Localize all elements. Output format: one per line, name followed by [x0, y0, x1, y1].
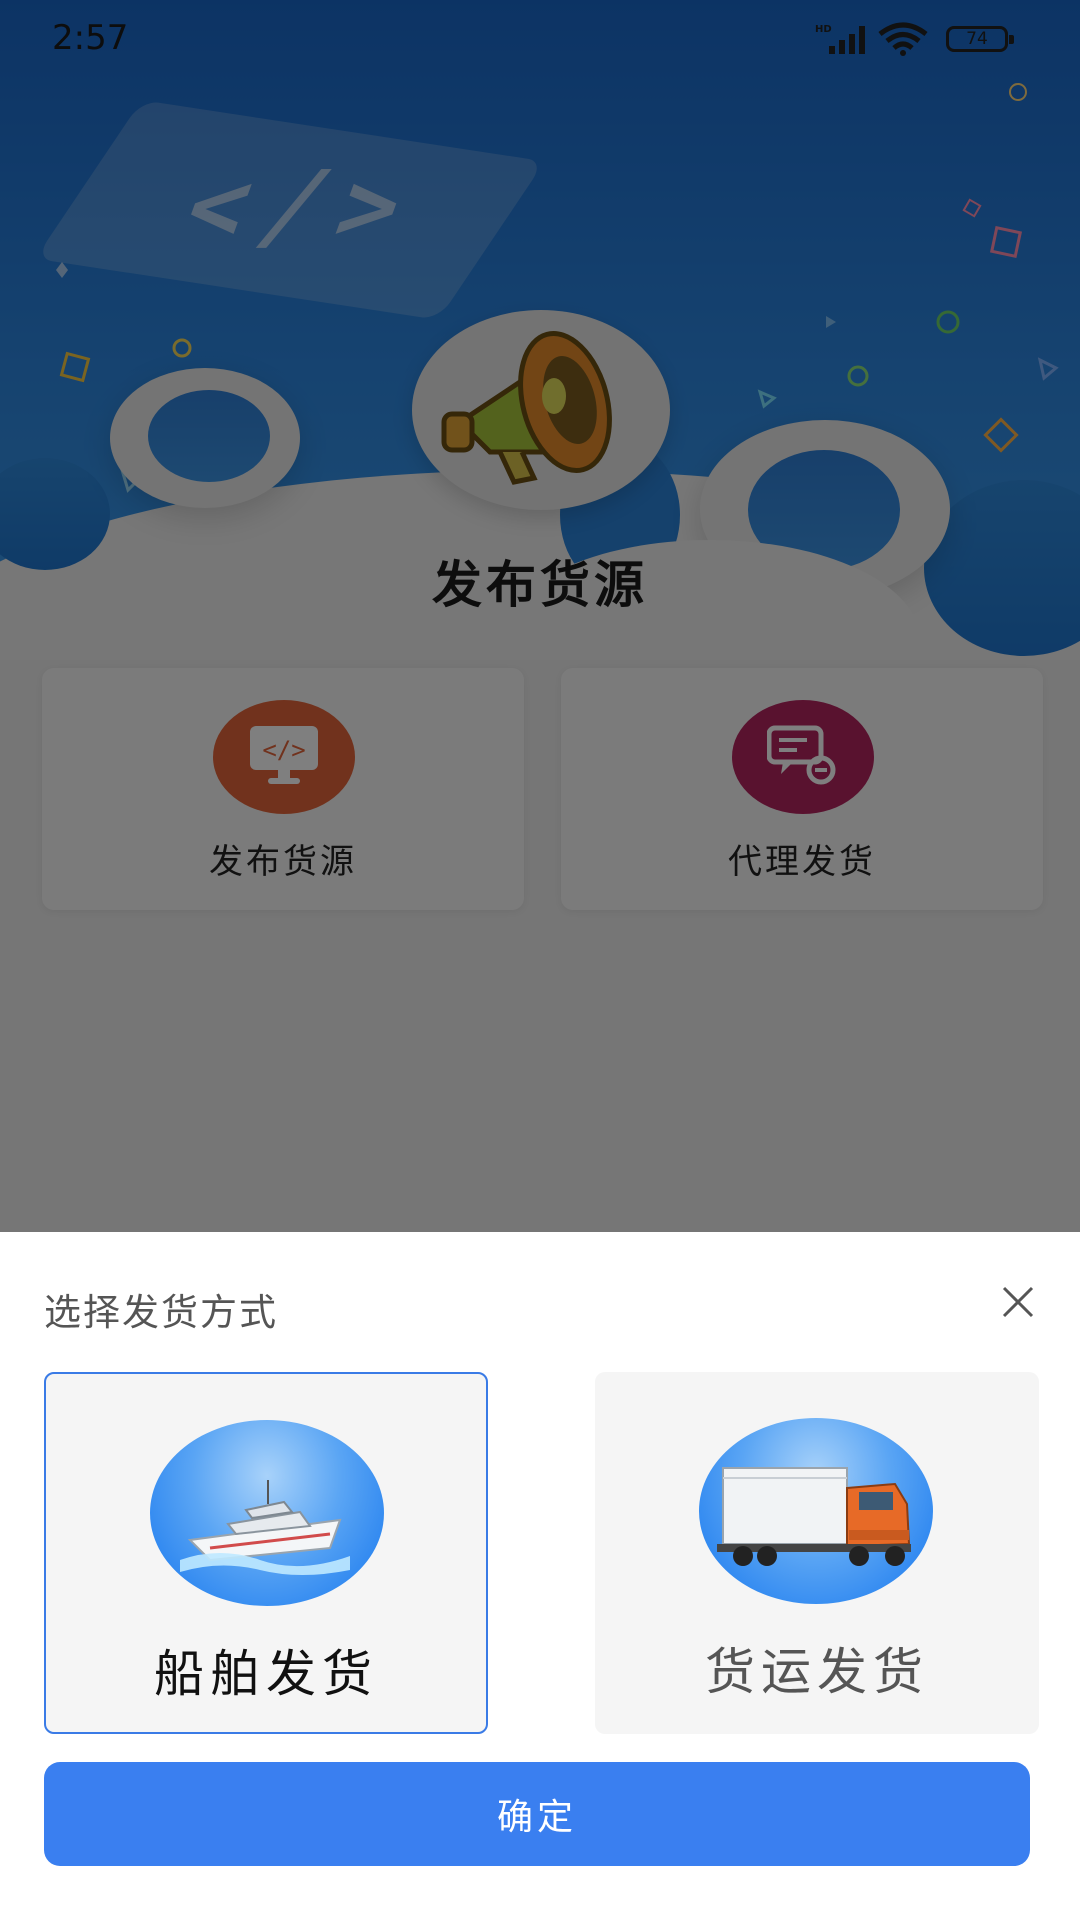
- close-icon: [1002, 1286, 1034, 1318]
- ship-image: [150, 1420, 384, 1606]
- close-button[interactable]: [996, 1280, 1040, 1324]
- wifi-icon: [878, 22, 928, 56]
- truck-icon: [717, 1467, 911, 1566]
- ship-option-label: 船舶发货: [154, 1645, 378, 1703]
- truck-image: [699, 1418, 933, 1604]
- status-bar: 2:57 HD 74: [0, 0, 1080, 78]
- ship-icon: [180, 1480, 350, 1575]
- signal-icon: HD: [815, 24, 865, 54]
- status-time: 2:57: [52, 18, 129, 58]
- network-type-label: HD: [815, 24, 832, 35]
- ship-delivery-option[interactable]: 船舶发货: [44, 1372, 488, 1734]
- battery-icon: 74: [946, 26, 1014, 52]
- modal-backdrop[interactable]: [0, 0, 1080, 1232]
- sheet-title: 选择发货方式: [44, 1291, 278, 1334]
- background-page: </>: [0, 0, 1080, 1232]
- freight-option-label: 货运发货: [705, 1643, 929, 1701]
- freight-delivery-option[interactable]: 货运发货: [595, 1372, 1039, 1734]
- shipping-method-sheet: 选择发货方式 船舶发货 货运发货 确定: [0, 1232, 1080, 1920]
- confirm-button[interactable]: 确定: [44, 1762, 1030, 1866]
